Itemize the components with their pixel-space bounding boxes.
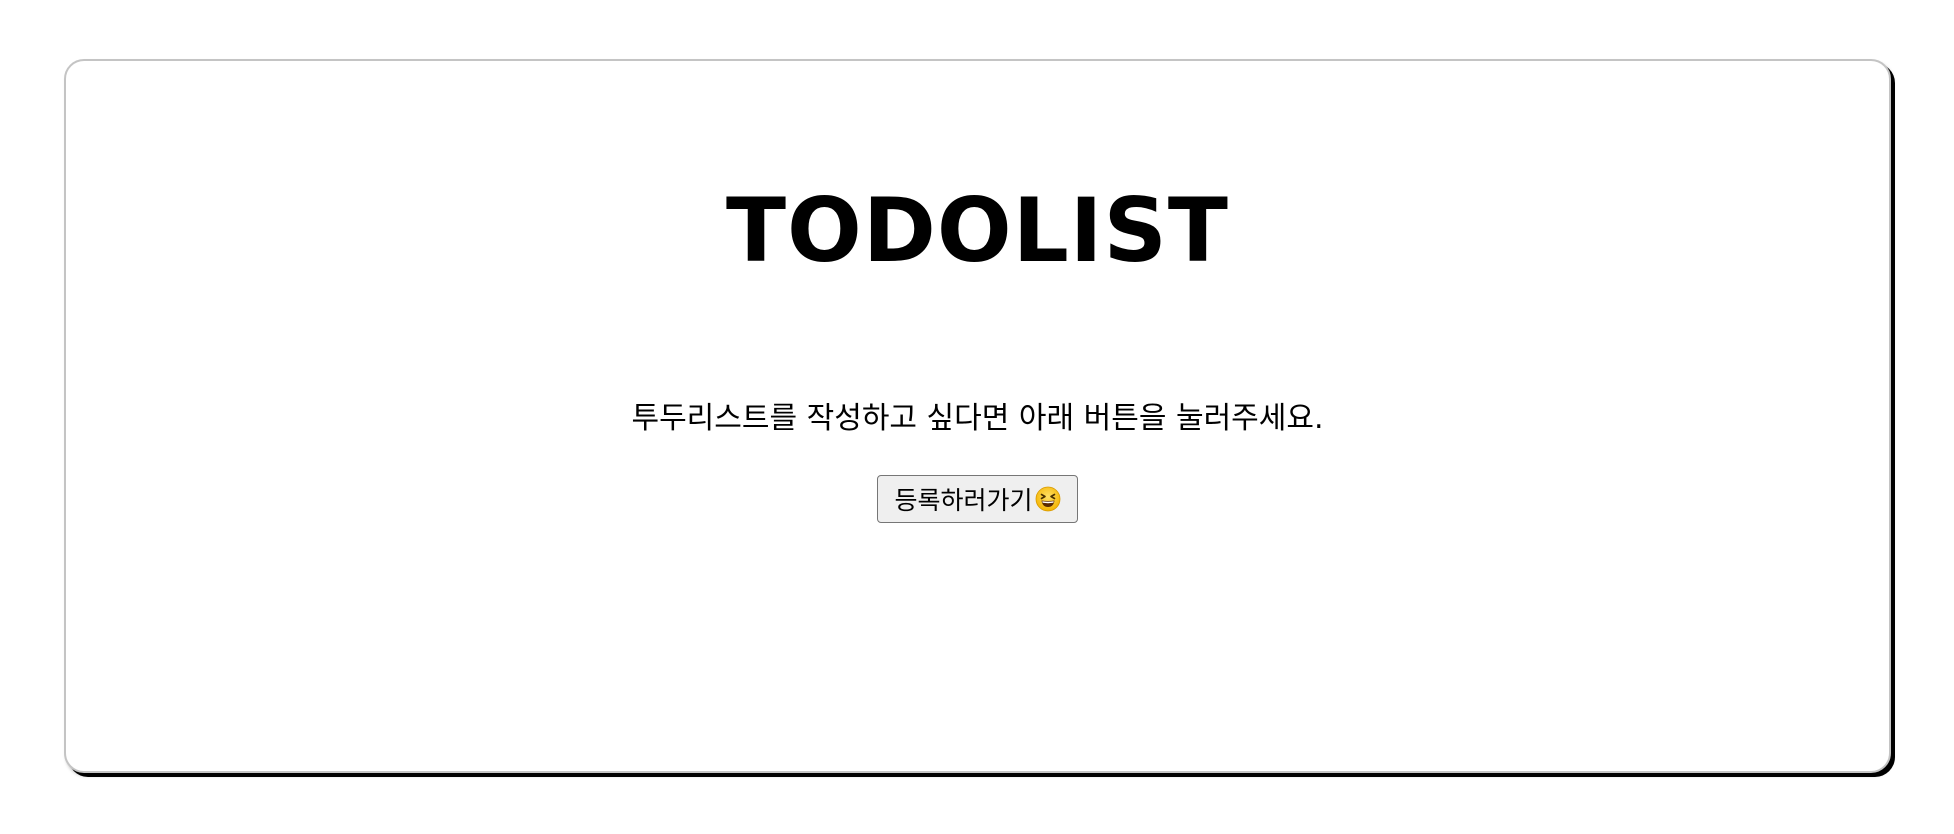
description-text: 투두리스트를 작성하고 싶다면 아래 버튼을 눌러주세요. <box>631 401 1324 436</box>
page-title: TODOLIST <box>726 179 1229 282</box>
main-card: TODOLIST 투두리스트를 작성하고 싶다면 아래 버튼을 눌러주세요. 등… <box>64 59 1891 773</box>
button-container: 등록하러가기 <box>66 475 1889 523</box>
register-button-label: 등록하러가기 <box>894 486 1033 515</box>
register-button[interactable]: 등록하러가기 <box>877 475 1078 523</box>
grinning-squinting-face-icon <box>1035 486 1061 512</box>
